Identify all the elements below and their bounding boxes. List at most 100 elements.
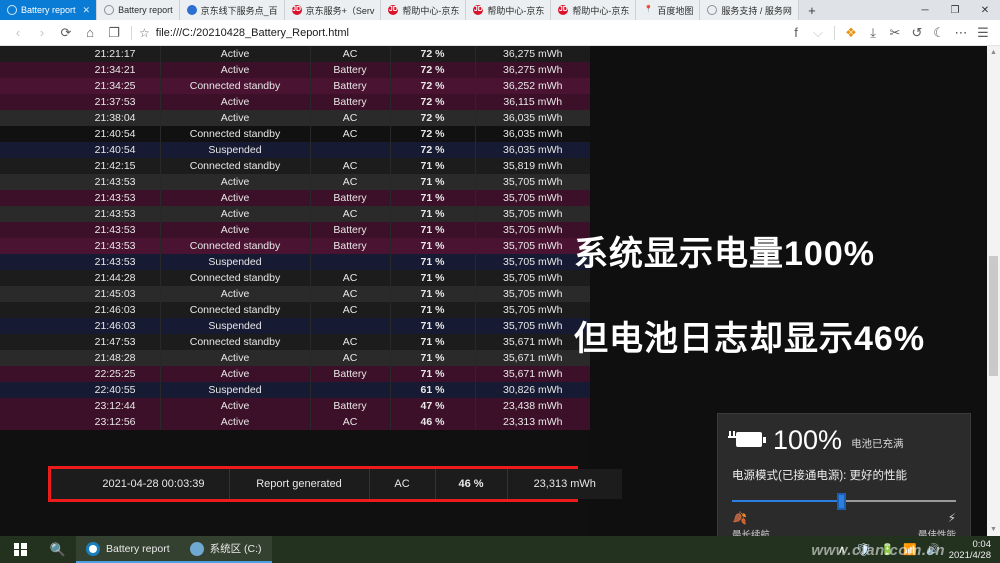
downloads-icon[interactable]: ⤓	[862, 21, 884, 45]
taskbar-app-label: 系统区 (C:)	[209, 543, 262, 555]
table-row[interactable]: 21:21:17 Active AC 72 % 36,275 mWh	[0, 46, 590, 62]
cell-capacity: 35,671 mWh	[502, 368, 563, 380]
taskbar-app-label: Battery report	[106, 542, 170, 555]
cell-percent: 71 %	[390, 302, 476, 318]
history-icon[interactable]: ↺	[906, 21, 928, 45]
address-bar[interactable]: ☆ file:///C:/20210428_Battery_Report.htm…	[137, 26, 785, 40]
table-row[interactable]: 21:43:53 Connected standby Battery 71 % 35,7…	[0, 238, 590, 254]
browser-tab-4[interactable]: JD 帮助中心-京东	[381, 0, 467, 20]
table-row[interactable]: 22:25:25 Active Battery 71 % 35,671 mWh	[0, 366, 590, 382]
table-row[interactable]: 21:43:53 Active AC 71 % 35,705 mWh	[0, 174, 590, 190]
cell-time: 21:37:53	[0, 94, 161, 110]
slider-thumb[interactable]	[837, 493, 847, 510]
cell-time: 21:34:25	[0, 78, 161, 94]
table-row[interactable]: 23:12:56 Active AC 46 % 23,313 mWh	[0, 414, 590, 430]
scrollbar-thumb[interactable]	[989, 256, 998, 376]
cell-capacity: 30,826 mWh	[502, 384, 563, 396]
network-icon[interactable]: 📶	[903, 543, 917, 556]
table-row[interactable]: 21:47:53 Connected standby AC 71 % 35,671 mW…	[0, 334, 590, 350]
new-tab-button[interactable]: +	[798, 0, 825, 20]
table-row[interactable]: 21:38:04 Active AC 72 % 36,035 mWh	[0, 110, 590, 126]
table-row[interactable]: 21:43:53 Suspended 71 % 35,705 mWh	[0, 254, 590, 270]
cell-state: Active	[160, 222, 311, 238]
cell-state: Connected standby	[160, 334, 311, 350]
start-button[interactable]	[0, 536, 40, 563]
cell-capacity: 36,035 mWh	[502, 128, 563, 140]
close-icon[interactable]: ✕	[83, 5, 91, 16]
table-row[interactable]: 21:34:21 Active Battery 72 % 36,275 mWh	[0, 62, 590, 78]
vertical-scrollbar[interactable]: ▲ ▼	[987, 46, 1000, 536]
table-row[interactable]: 21:45:03 Active AC 71 % 35,705 mWh	[0, 286, 590, 302]
favorite-star-icon[interactable]: ☆	[139, 26, 150, 40]
table-row[interactable]: 21:34:25 Connected standby Battery 72 % 36,2…	[0, 78, 590, 94]
cell-state: Suspended	[160, 142, 311, 158]
table-row[interactable]: 21:40:54 Connected standby AC 72 % 36,035 mW…	[0, 126, 590, 142]
cell-time: 22:25:25	[0, 366, 161, 382]
tab-label: 百度地图	[657, 5, 694, 16]
table-row[interactable]: 21:40:54 Suspended 72 % 36,035 mWh	[0, 142, 590, 158]
scroll-down-icon[interactable]: ▼	[987, 523, 1000, 536]
home-icon[interactable]: ⌂	[78, 21, 102, 45]
theme-icon[interactable]: ☾	[928, 21, 950, 45]
refresh-icon[interactable]: ⟳	[54, 21, 78, 45]
font-size-icon[interactable]: f	[785, 21, 807, 45]
menu-icon[interactable]: ☰	[972, 21, 994, 45]
table-row[interactable]: 21:43:53 Active AC 71 % 35,705 mWh	[0, 206, 590, 222]
browser-tab-6[interactable]: JD 帮助中心-京东	[551, 0, 637, 20]
table-row[interactable]: 21:46:03 Suspended 71 % 35,705 mWh	[0, 318, 590, 334]
maximize-button[interactable]: ❐	[940, 0, 970, 20]
shield-icon[interactable]: 🛡	[855, 542, 872, 558]
cell-capacity: 36,035 mWh	[502, 112, 563, 124]
browser-tab-1[interactable]: Battery report	[97, 0, 180, 20]
table-row[interactable]: 21:46:03 Connected standby AC 71 % 35,705 mW…	[0, 302, 590, 318]
tab-strip: Battery report ✕ Battery report 京东线下服务点_…	[0, 0, 1000, 20]
scroll-up-icon[interactable]: ▲	[987, 46, 1000, 59]
cell-capacity: 23,438 mWh	[502, 400, 563, 412]
chevron-down-icon[interactable]: ⌵	[807, 21, 829, 45]
search-icon[interactable]: 🔍	[40, 536, 76, 563]
table-row[interactable]: 22:40:55 Suspended 61 % 30,826 mWh	[0, 382, 590, 398]
table-row[interactable]: 2021-04-28 00:03:39 Report generated AC …	[51, 469, 622, 499]
table-row[interactable]: 21:44:28 Connected standby AC 71 % 35,705 mW…	[0, 270, 590, 286]
minimize-button[interactable]: ─	[910, 0, 940, 20]
browser-tab-0[interactable]: Battery report ✕	[0, 0, 98, 20]
cell-source: AC	[310, 206, 391, 222]
cell-time: 21:43:53	[0, 206, 161, 222]
browser-tab-8[interactable]: 服务支持 / 服务网	[700, 0, 799, 20]
power-mode-slider[interactable]	[732, 493, 956, 510]
clock[interactable]: 0:04 2021/4/28	[949, 539, 991, 561]
chevron-up-icon[interactable]: ∧	[838, 543, 846, 556]
report-generated-row-table: 2021-04-28 00:03:39 Report generated AC …	[51, 469, 622, 499]
back-icon[interactable]: ‹	[6, 21, 30, 45]
forward-icon[interactable]: ›	[30, 21, 54, 45]
slider-fill	[732, 500, 842, 502]
cell-state: Connected standby	[160, 126, 311, 142]
browser-tab-5[interactable]: JD 帮助中心-京东	[466, 0, 552, 20]
browser-tab-2[interactable]: 京东线下服务点_百	[179, 0, 285, 20]
volume-icon[interactable]: 🔊	[926, 543, 940, 556]
table-row[interactable]: 21:42:15 Connected standby AC 71 % 35,819 mW…	[0, 158, 590, 174]
table-row[interactable]: 21:43:53 Active Battery 71 % 35,705 mWh	[0, 190, 590, 206]
taskbar-app-battery-report[interactable]: Battery report	[76, 536, 180, 563]
web-capture-icon[interactable]: ✂	[884, 21, 906, 45]
browser-tab-7[interactable]: 📍 百度地图	[636, 0, 701, 20]
close-window-button[interactable]: ✕	[970, 0, 1000, 20]
cell-capacity: 36,275 mWh	[502, 48, 563, 60]
battery-charging-icon	[728, 430, 766, 449]
cell-time: 23:12:56	[0, 414, 161, 430]
table-row[interactable]: 23:12:44 Active Battery 47 % 23,438 mWh	[0, 398, 590, 414]
cell-percent: 71 %	[390, 366, 476, 382]
more-options-icon[interactable]: ⋯	[950, 21, 972, 45]
toolbar-divider	[834, 25, 835, 40]
taskbar-app-system-drive[interactable]: 系统区 (C:)	[179, 536, 272, 563]
browser-tab-3[interactable]: JD 京东服务+（Serv	[284, 0, 382, 20]
cell-time: 21:43:53	[0, 238, 161, 254]
table-row[interactable]: 21:43:53 Active Battery 71 % 35,705 mWh	[0, 222, 590, 238]
collections-icon[interactable]: ❖	[840, 21, 862, 45]
reading-view-icon[interactable]: ❐	[102, 21, 126, 45]
table-row[interactable]: 21:37:53 Active Battery 72 % 36,115 mWh	[0, 94, 590, 110]
window-controls: ─ ❐ ✕	[910, 0, 1000, 20]
table-row[interactable]: 21:48:28 Active AC 71 % 35,671 mWh	[0, 350, 590, 366]
battery-icon[interactable]: 🔋	[881, 543, 895, 556]
annotation-line-1: 系统显示电量100%	[574, 235, 875, 273]
